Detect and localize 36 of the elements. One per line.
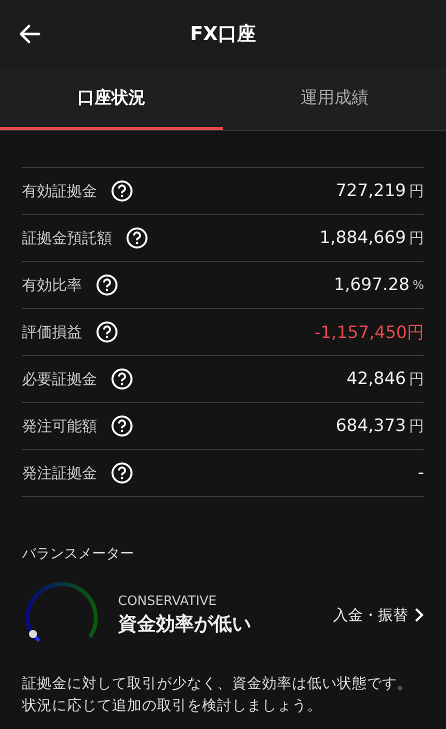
- row-label: 評価損益: [22, 322, 82, 342]
- row-label: 発注可能額: [22, 416, 97, 436]
- row-value: 727,219: [336, 181, 406, 201]
- row-value: 1,697.28: [334, 275, 410, 295]
- row-value: 1,884,669: [319, 228, 406, 248]
- row-label: 有効比率: [22, 276, 82, 294]
- chevron-right-icon: [414, 608, 424, 622]
- row-label: 証拠金預託額: [22, 228, 112, 248]
- help-icon[interactable]: [126, 227, 148, 249]
- meter-category: CONSERVATIVE: [118, 594, 218, 608]
- help-icon[interactable]: [111, 415, 133, 437]
- row-label: 必要証拠金: [22, 370, 97, 388]
- row-value: 42,846: [346, 369, 406, 389]
- tab[interactable]: 口座状況: [0, 68, 223, 130]
- unit-label: 円: [409, 416, 424, 436]
- help-icon[interactable]: [111, 462, 133, 484]
- row-value: -1,157,450円: [314, 322, 424, 344]
- section-title: バランスメーター: [22, 545, 135, 563]
- meter-description: 証拠金に対して取引が少なく、資金効率は低い状態です。状況に応じて追加の取引を検討しましょう。: [22, 674, 413, 716]
- unit-label: 円: [409, 228, 424, 248]
- row-label: 有効証拠金: [22, 182, 97, 200]
- row-value: 684,373: [336, 416, 406, 436]
- help-icon[interactable]: [111, 368, 133, 390]
- meter-status: 資金効率が低い: [118, 612, 251, 636]
- row-value: -: [418, 463, 424, 483]
- unit-label: %: [412, 278, 424, 292]
- back-arrow-icon[interactable]: [18, 22, 42, 46]
- help-icon[interactable]: [96, 321, 118, 343]
- help-icon[interactable]: [96, 274, 118, 296]
- help-icon[interactable]: [111, 180, 133, 202]
- unit-label: 円: [409, 370, 424, 388]
- row-label: 発注証拠金: [22, 464, 97, 482]
- unit-label: 円: [409, 182, 424, 200]
- deposit-transfer-link[interactable]: 入金・振替: [333, 606, 424, 624]
- header-title: FX口座: [190, 23, 256, 45]
- tab[interactable]: 運用成績: [223, 68, 446, 130]
